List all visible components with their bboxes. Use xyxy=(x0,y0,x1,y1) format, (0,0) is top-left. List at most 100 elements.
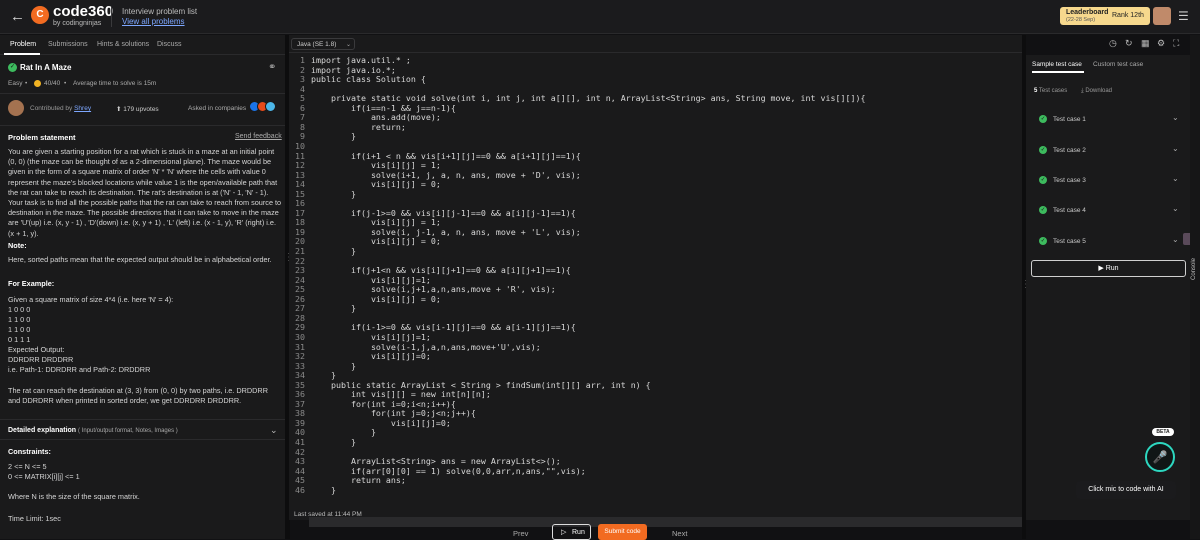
test-case-item[interactable]: ✓ Test case 3 ⌄ xyxy=(1031,169,1185,191)
line-number: 7 xyxy=(300,112,305,123)
download-button[interactable]: ⤓ Download xyxy=(1081,88,1112,95)
code-line[interactable]: solve(i-1,j,a,n,ans,move+'U',vis); xyxy=(311,342,541,352)
user-avatar[interactable] xyxy=(1153,7,1171,25)
code-line[interactable]: vis[i][j] = 1; xyxy=(311,217,441,227)
code-line[interactable]: int vis[][] = new int[n][n]; xyxy=(311,389,491,399)
line-number: 32 xyxy=(295,351,305,362)
example-line: DDRDRR DRDDRR xyxy=(8,355,74,364)
code-line[interactable]: } xyxy=(311,485,336,495)
code-line[interactable]: vis[i][j] = 0; xyxy=(311,236,441,246)
view-all-problems-link[interactable]: View all problems xyxy=(122,17,185,26)
avg-time: Average time to solve is 15m xyxy=(73,80,157,87)
code-line[interactable]: vis[i][j]=1; xyxy=(311,332,431,342)
run-tests-button[interactable]: ▶ Run xyxy=(1031,260,1186,277)
code-line[interactable]: vis[i][j]=0; xyxy=(311,418,451,428)
line-number: 18 xyxy=(295,217,305,228)
code-line[interactable]: } xyxy=(311,189,356,199)
example-line: Expected Output: xyxy=(8,345,65,354)
chevron-down-icon: ⌄ xyxy=(1172,235,1179,244)
next-button[interactable]: Next xyxy=(672,529,687,538)
code-line[interactable]: if(j+1<n && vis[i][j+1]==0 && a[i][j+1]=… xyxy=(311,265,571,275)
current-line-highlight xyxy=(309,517,1022,527)
console-toggle[interactable]: Console xyxy=(1191,258,1197,280)
code-line[interactable]: } xyxy=(311,370,336,380)
code-line[interactable]: import java.util.* ; xyxy=(311,55,411,65)
brand-sub: by codingninjas xyxy=(53,20,102,27)
upvote-button[interactable]: ⬆ 179 upvotes xyxy=(116,105,159,113)
code-line[interactable]: public class Solution { xyxy=(311,74,426,84)
language-select[interactable]: Java (SE 1.8) ⌄ xyxy=(291,38,355,50)
code-line[interactable]: for(int i=0;i<n;i++){ xyxy=(311,399,456,409)
code-line[interactable]: vis[i][j] = 1; xyxy=(311,160,441,170)
menu-icon[interactable]: ☰ xyxy=(1178,9,1189,23)
code-line[interactable]: private static void solve(int i, int j, … xyxy=(311,93,866,103)
submit-code-button[interactable]: Submit code xyxy=(598,524,647,540)
code-line[interactable]: return; xyxy=(311,122,406,132)
code-line[interactable]: } xyxy=(311,303,356,313)
problem-title: Rat In A Maze xyxy=(20,63,72,72)
code-line[interactable]: solve(i, j-1, a, n, ans, move + 'L', vis… xyxy=(311,227,581,237)
test-case-item[interactable]: ✓ Test case 2 ⌄ xyxy=(1031,139,1185,161)
layout-icon[interactable]: ▦ xyxy=(1141,38,1150,49)
code-line[interactable]: ArrayList<String> ans = new ArrayList<>(… xyxy=(311,456,561,466)
code-line[interactable]: if(i+1 < n && vis[i+1][j]==0 && a[i+1][j… xyxy=(311,151,581,161)
prev-button[interactable]: Prev xyxy=(513,529,528,538)
code-line[interactable]: if(arr[0][0] == 1) solve(0,0,arr,n,ans,"… xyxy=(311,466,586,476)
mic-icon[interactable]: 🎤 xyxy=(1145,442,1175,472)
code-line[interactable]: if(i==n-1 && j==n-1){ xyxy=(311,103,456,113)
contributor-link[interactable]: Shrey xyxy=(74,105,91,112)
code360-logo-icon[interactable]: C xyxy=(31,6,49,24)
play-icon: ▷ xyxy=(561,529,567,536)
line-number: 6 xyxy=(300,102,305,113)
detailed-explanation-toggle[interactable]: Detailed explanation ( Input/output form… xyxy=(8,427,178,434)
settings-icon[interactable]: ⚙ xyxy=(1157,38,1165,49)
send-feedback-link[interactable]: Send feedback xyxy=(235,133,282,140)
share-icon[interactable]: ⚭ xyxy=(268,62,276,73)
company-logo-icon[interactable] xyxy=(265,101,276,112)
tab-hints-solutions[interactable]: Hints & solutions xyxy=(97,41,149,48)
timer-icon[interactable]: ◷ xyxy=(1109,38,1117,49)
code-line[interactable]: } xyxy=(311,361,356,371)
fullscreen-icon[interactable]: ⛶ xyxy=(1173,38,1179,49)
reset-icon[interactable]: ↻ xyxy=(1125,38,1133,49)
line-number: 16 xyxy=(295,198,305,209)
code-line[interactable]: vis[i][j] = 0; xyxy=(311,294,441,304)
code-line[interactable]: vis[i][j] = 0; xyxy=(311,179,441,189)
code-area[interactable]: 1 import java.util.* ; 2 import java.io.*; 3… xyxy=(289,55,1022,527)
code-line[interactable]: } xyxy=(311,131,356,141)
line-number: 27 xyxy=(295,303,305,314)
code-line[interactable]: ans.add(move); xyxy=(311,112,441,122)
line-number: 31 xyxy=(295,341,305,352)
code-line[interactable]: import java.io.*; xyxy=(311,65,396,75)
chevron-down-icon[interactable]: ⌄ xyxy=(270,425,278,436)
test-case-item[interactable]: ✓ Test case 4 ⌄ xyxy=(1031,199,1185,221)
code-line[interactable]: } xyxy=(311,437,356,447)
tab-discuss[interactable]: Discuss xyxy=(157,41,182,48)
code-line[interactable]: if(i-1>=0 && vis[i-1][j]==0 && a[i-1][j]… xyxy=(311,322,576,332)
test-case-item[interactable]: ✓ Test case 5 ⌄ xyxy=(1031,230,1185,252)
code-line[interactable]: if(j-1>=0 && vis[i][j-1]==0 && a[i][j-1]… xyxy=(311,208,576,218)
tab-submissions[interactable]: Submissions xyxy=(48,41,88,48)
code-line[interactable]: } xyxy=(311,246,356,256)
tab-sample-test-case[interactable]: Sample test case xyxy=(1032,61,1082,68)
back-arrow-icon[interactable]: ← xyxy=(10,8,25,25)
line-number: 15 xyxy=(295,188,305,199)
brand-name[interactable]: code360 xyxy=(53,4,113,19)
tab-custom-test-case[interactable]: Custom test case xyxy=(1093,61,1143,68)
line-number: 44 xyxy=(295,465,305,476)
code-line[interactable]: } xyxy=(311,427,376,437)
tab-problem[interactable]: Problem xyxy=(10,41,36,48)
code-line[interactable]: return ans; xyxy=(311,475,406,485)
line-number: 20 xyxy=(295,236,305,247)
test-case-item[interactable]: ✓ Test case 1 ⌄ xyxy=(1031,108,1185,130)
example-line: 1 0 0 0 xyxy=(8,305,31,314)
code-line[interactable]: public static ArrayList < String > findS… xyxy=(311,380,651,390)
code-line[interactable]: solve(i,j+1,a,n,ans,move + 'R', vis); xyxy=(311,284,556,294)
run-button[interactable]: ▷ Run xyxy=(552,524,591,540)
code-line[interactable]: solve(i+1, j, a, n, ans, move + 'D', vis… xyxy=(311,170,581,180)
leaderboard-button[interactable]: Leaderboard (22-28 Sep) Rank 12th xyxy=(1060,7,1150,25)
line-number: 1 xyxy=(300,55,305,65)
code-line[interactable]: vis[i][j]=1; xyxy=(311,275,431,285)
code-line[interactable]: for(int j=0;j<n;j++){ xyxy=(311,408,476,418)
code-line[interactable]: vis[i][j]=0; xyxy=(311,351,431,361)
